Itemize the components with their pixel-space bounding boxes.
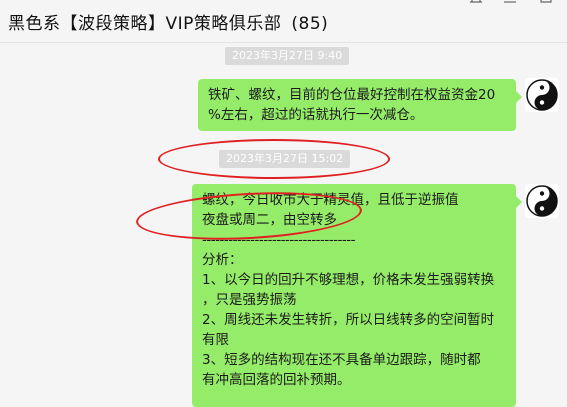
message-timestamp: 2023年3月27日 9:40: [225, 47, 350, 65]
annotation-circle: [158, 139, 390, 179]
message-line: %左右，超过的话就执行一次减仓。: [208, 107, 424, 123]
chat-area[interactable]: 2023年3月27日 9:40 铁矿、螺纹，目前的仓位最好控制在权益资金20 %…: [0, 43, 567, 407]
group-name: 黑色系【波段策略】VIP策略俱乐部: [8, 14, 282, 34]
chat-title: 黑色系【波段策略】VIP策略俱乐部 (85): [8, 9, 328, 34]
pin-icon[interactable]: [468, 0, 484, 10]
minimize-icon[interactable]: [502, 0, 518, 10]
message-line: ，只是强势振荡: [202, 292, 297, 308]
message-line: 有冲高回落的回补预期。: [202, 372, 351, 388]
member-count: (85): [291, 14, 329, 34]
avatar[interactable]: [525, 184, 559, 218]
yin-yang-icon: [526, 79, 558, 111]
message-line: 2、周线还未发生转折，所以日线转多的空间暂时: [202, 312, 495, 328]
message-line: 有限: [202, 332, 229, 348]
message-line: 1、以今日的回升不够理想，价格未发生强弱转换: [202, 272, 495, 288]
maximize-icon[interactable]: [538, 0, 554, 10]
message-line: 分析：: [202, 252, 243, 268]
avatar[interactable]: [525, 78, 559, 112]
yin-yang-icon: [526, 185, 558, 217]
title-bar: 黑色系【波段策略】VIP策略俱乐部 (85): [0, 0, 567, 43]
message-line: 3、短多的结构现在还不具备单边跟踪，随时都: [202, 352, 481, 368]
message-bubble[interactable]: 铁矿、螺纹，目前的仓位最好控制在权益资金20 %左右，超过的话就执行一次减仓。: [198, 79, 522, 131]
message-line: 铁矿、螺纹，目前的仓位最好控制在权益资金20: [208, 87, 496, 103]
